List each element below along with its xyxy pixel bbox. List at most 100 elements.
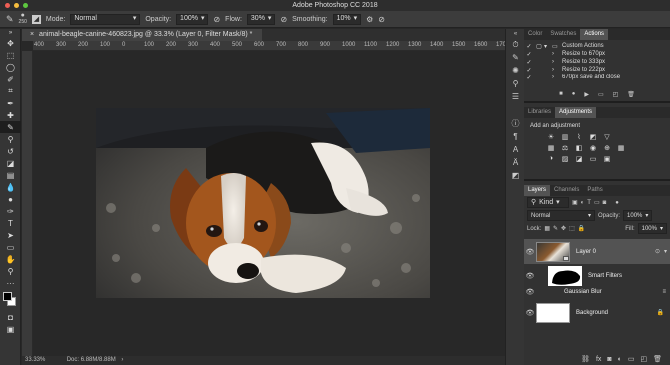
eye-icon[interactable]: 👁: [524, 272, 536, 280]
minimize-window-button[interactable]: [14, 3, 19, 8]
canvas-area[interactable]: [33, 51, 524, 357]
close-icon[interactable]: ×: [30, 31, 34, 38]
tab-paths[interactable]: Paths: [583, 185, 606, 196]
action-row[interactable]: ✓ › 670px save and close: [524, 74, 670, 80]
foreground-color-swatch[interactable]: [3, 292, 12, 301]
smart-filter-indicator-icon[interactable]: ⊙: [655, 248, 660, 255]
lock-position-icon[interactable]: ✥: [561, 225, 566, 232]
quick-mask-icon[interactable]: ◘: [0, 311, 21, 323]
brush-settings-icon[interactable]: ◢: [31, 14, 41, 24]
chevron-down-icon[interactable]: ▾: [664, 248, 667, 255]
selective-color-icon[interactable]: ▣: [602, 154, 612, 163]
close-window-button[interactable]: [5, 3, 10, 8]
checkmark-icon[interactable]: ✓: [524, 74, 534, 81]
photo-filter-icon[interactable]: ◉: [588, 143, 598, 152]
filter-shape-icon[interactable]: ▭: [594, 199, 600, 206]
action-set-row[interactable]: ✓ ▢ ▾ ▭ Custom Actions: [524, 42, 670, 50]
gradient-map-icon[interactable]: ▭: [588, 154, 598, 163]
blend-mode-select[interactable]: Normal ▾: [527, 210, 595, 221]
chevron-right-icon[interactable]: ›: [552, 51, 562, 57]
gaussian-blur-label[interactable]: Gaussian Blur: [564, 289, 602, 295]
mode-select[interactable]: Normal ▾: [70, 13, 141, 25]
hand-tool-icon[interactable]: ✋: [0, 253, 21, 265]
crop-tool-icon[interactable]: ⌗: [0, 85, 21, 97]
hue-saturation-icon[interactable]: ▦: [546, 143, 556, 152]
filter-options-icon[interactable]: ≡: [662, 289, 666, 295]
document-image[interactable]: [96, 108, 430, 298]
record-icon[interactable]: ●: [572, 91, 576, 101]
lock-artboard-icon[interactable]: ⬚: [569, 225, 575, 232]
gear-icon[interactable]: ⚙: [366, 15, 373, 24]
type-tool-icon[interactable]: T: [0, 217, 21, 229]
lock-all-icon[interactable]: 🔒: [578, 225, 585, 232]
chevron-right-icon[interactable]: ›: [552, 74, 562, 80]
invert-icon[interactable]: ◑: [546, 154, 556, 163]
black-white-icon[interactable]: ◧: [574, 143, 584, 152]
collapse-toolbar-icon[interactable]: »: [0, 29, 21, 37]
tab-swatches[interactable]: Swatches: [546, 29, 580, 40]
curves-icon[interactable]: ⌇: [574, 132, 584, 141]
styles-panel-icon[interactable]: ◩: [506, 169, 525, 182]
lock-image-icon[interactable]: ✎: [553, 225, 558, 232]
history-brush-tool-icon[interactable]: ↺: [0, 145, 21, 157]
screen-mode-icon[interactable]: ▣: [0, 323, 21, 335]
tab-color[interactable]: Color: [524, 29, 546, 40]
eye-icon[interactable]: 👁: [524, 309, 536, 317]
checkmark-icon[interactable]: ✓: [524, 67, 534, 74]
action-row[interactable]: ✓ › Resize to 222px: [524, 66, 670, 74]
tab-libraries[interactable]: Libraries: [524, 107, 555, 118]
stop-icon[interactable]: ■: [559, 91, 563, 101]
quick-select-tool-icon[interactable]: ✐: [0, 73, 21, 85]
properties-panel-icon[interactable]: ☰: [506, 90, 525, 103]
document-tab[interactable]: × animal-beagle-canine-460823.jpg @ 33.3…: [22, 29, 262, 41]
pressure-size-icon[interactable]: ⊘: [378, 15, 385, 24]
checkmark-icon[interactable]: ✓: [524, 43, 534, 50]
link-layers-icon[interactable]: ⛓: [581, 355, 590, 363]
collapse-panels-icon[interactable]: «: [506, 29, 525, 38]
layer-name[interactable]: Layer 0: [576, 249, 596, 255]
color-balance-icon[interactable]: ⚖: [560, 143, 570, 152]
zoom-level[interactable]: 33.33%: [25, 357, 45, 363]
action-row[interactable]: ✓ › Resize to 670px: [524, 50, 670, 58]
group-icon[interactable]: ▭: [628, 355, 635, 363]
eye-icon[interactable]: 👁: [524, 288, 536, 296]
layer-opacity-field[interactable]: 100% ▾: [623, 210, 653, 221]
action-row[interactable]: ✓ › Resize to 333px: [524, 58, 670, 66]
pressure-opacity-icon[interactable]: ⊘: [213, 15, 220, 24]
checkmark-icon[interactable]: ✓: [524, 51, 534, 58]
smart-filters-label[interactable]: Smart Filters: [588, 273, 622, 279]
eyedropper-tool-icon[interactable]: ✒: [0, 97, 21, 109]
lock-icon[interactable]: 🔒: [657, 309, 664, 316]
airbrush-icon[interactable]: ⊘: [280, 15, 287, 24]
new-action-icon[interactable]: ◰: [613, 91, 619, 101]
dodge-tool-icon[interactable]: ●: [0, 193, 21, 205]
posterize-icon[interactable]: ▨: [560, 154, 570, 163]
layer-style-icon[interactable]: fx: [596, 356, 601, 363]
chevron-down-icon[interactable]: ▾: [544, 43, 552, 50]
clone-source-panel-icon[interactable]: ⚲: [506, 77, 525, 90]
history-panel-icon[interactable]: ⏱: [506, 38, 525, 51]
info-panel-icon[interactable]: ⓘ: [506, 117, 525, 130]
tab-layers[interactable]: Layers: [524, 185, 551, 196]
brush-settings-panel-icon[interactable]: ✎: [506, 51, 525, 64]
healing-brush-tool-icon[interactable]: ✚: [0, 109, 21, 121]
levels-icon[interactable]: ▥: [560, 132, 570, 141]
play-icon[interactable]: ▶: [584, 91, 589, 101]
marquee-tool-icon[interactable]: ⬚: [0, 49, 21, 61]
filter-adjustment-icon[interactable]: ◐: [581, 200, 585, 206]
filter-pixel-icon[interactable]: ▣: [572, 199, 578, 206]
gradient-tool-icon[interactable]: ▤: [0, 169, 21, 181]
dialog-toggle-icon[interactable]: ▢: [534, 43, 544, 50]
filter-toggle-icon[interactable]: ●: [615, 200, 619, 206]
lasso-tool-icon[interactable]: ◯: [0, 61, 21, 73]
opacity-field[interactable]: 100% ▾: [176, 13, 209, 25]
character-panel-icon[interactable]: A: [506, 143, 525, 156]
pen-tool-icon[interactable]: ✑: [0, 205, 21, 217]
layer-row-smart-filters[interactable]: 👁 Smart Filters: [524, 265, 670, 287]
zoom-window-button[interactable]: [23, 3, 28, 8]
glyphs-panel-icon[interactable]: Ä: [506, 156, 525, 169]
move-tool-icon[interactable]: ✥: [0, 37, 21, 49]
trash-icon[interactable]: 🗑: [653, 355, 662, 363]
smoothing-field[interactable]: 10% ▾: [332, 13, 362, 25]
new-layer-icon[interactable]: ◰: [640, 355, 647, 363]
